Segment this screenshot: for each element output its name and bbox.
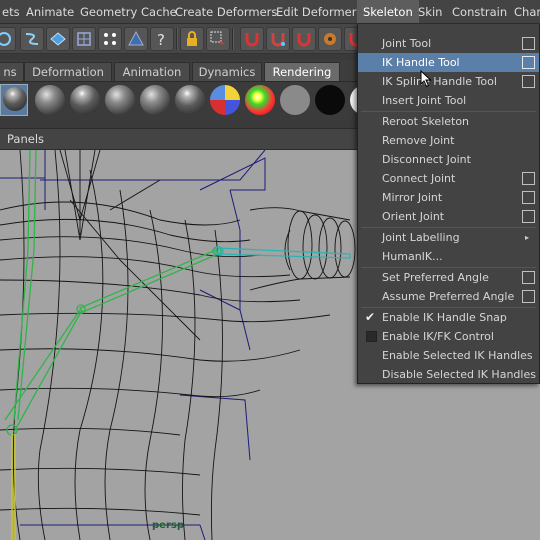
menu-item-mirror-joint[interactable]: Mirror Joint (358, 188, 539, 207)
snap-icon[interactable] (0, 27, 16, 51)
selection-frame (0, 150, 266, 540)
menu-item-enable-selected-ik-handles[interactable]: Enable Selected IK Handles (358, 346, 539, 365)
checkmark-icon: ✔ (365, 310, 376, 324)
menu-item-label: Disconnect Joint (382, 153, 471, 166)
option-box-icon[interactable] (522, 56, 535, 69)
menu-item-joint-labelling[interactable]: Joint Labelling ▸ (358, 228, 539, 247)
tab-polygons[interactable]: ns (0, 62, 24, 81)
surface-shader-icon[interactable] (280, 85, 310, 115)
shelf-selected-item[interactable] (0, 84, 28, 116)
menu-item-label: Remove Joint (382, 134, 455, 147)
menu-item-disable-selected-ik-handles[interactable]: Disable Selected IK Handles (358, 365, 539, 384)
menu-item-reroot-skeleton[interactable]: Reroot Skeleton (358, 112, 539, 131)
option-box-icon[interactable] (522, 37, 535, 50)
menu-animate[interactable]: Animate (20, 0, 80, 23)
menu-edit-deformers[interactable]: Edit Deformers (270, 0, 368, 23)
menu-item-label: Orient Joint (382, 210, 445, 223)
mesh-icon[interactable] (124, 27, 148, 51)
curve-snap-icon[interactable] (20, 27, 44, 51)
joint-chain-arm (4, 150, 222, 436)
use-background-icon[interactable] (315, 85, 345, 115)
ramp-shader-icon[interactable] (245, 85, 275, 115)
menu-constrain[interactable]: Constrain (446, 0, 513, 23)
render-icon[interactable] (318, 27, 342, 51)
option-box-icon[interactable] (522, 271, 535, 284)
menu-character[interactable]: Chara (508, 0, 540, 23)
viewport-camera-label: persp (152, 520, 184, 531)
option-box-icon[interactable] (522, 210, 535, 223)
menu-item-label: Mirror Joint (382, 191, 443, 204)
help-icon[interactable]: ? (150, 27, 174, 51)
submenu-arrow-icon: ▸ (525, 233, 530, 242)
toolbar-separator (232, 28, 234, 50)
vertex-icon[interactable] (98, 27, 122, 51)
select-icon[interactable] (206, 27, 230, 51)
tab-rendering[interactable]: Rendering (264, 62, 340, 81)
tab-animation[interactable]: Animation (114, 62, 190, 81)
menu-item-set-preferred-angle[interactable]: Set Preferred Angle (358, 268, 539, 287)
menu-item-label: IK Handle Tool (382, 56, 460, 69)
phong-e-icon[interactable] (140, 85, 170, 115)
magnet-point-icon[interactable] (292, 27, 316, 51)
menu-item-disconnect-joint[interactable]: Disconnect Joint (358, 150, 539, 169)
mouse-cursor-icon (420, 70, 432, 88)
skeleton-dropdown-menu: Joint Tool IK Handle Tool IK Spline Hand… (357, 24, 540, 384)
blinn-icon[interactable] (70, 85, 100, 115)
option-box-icon[interactable] (522, 290, 535, 303)
magnet-curve-icon[interactable] (266, 27, 290, 51)
menu-item-connect-joint[interactable]: Connect Joint (358, 169, 539, 188)
option-box-icon[interactable] (522, 172, 535, 185)
menu-item-label: Enable Selected IK Handles (382, 349, 533, 362)
magnet-icon[interactable] (240, 27, 264, 51)
menu-item-label: Joint Tool (382, 37, 432, 50)
main-menubar: ets Animate Geometry Cache Create Deform… (0, 0, 540, 24)
menu-item-ik-handle-tool[interactable]: IK Handle Tool (358, 53, 539, 72)
menu-item-ik-spline-handle-tool[interactable]: IK Spline Handle Tool (358, 72, 539, 91)
menu-item-enable-ik-handle-snap[interactable]: ✔ Enable IK Handle Snap (358, 308, 539, 327)
menu-item-label: Enable IK/FK Control (382, 330, 494, 343)
mesh-edges (0, 150, 356, 540)
menu-create-deformers[interactable]: Create Deformers (169, 0, 283, 23)
menu-item-label: Reroot Skeleton (382, 115, 470, 128)
surface-icon[interactable] (72, 27, 96, 51)
menu-item-remove-joint[interactable]: Remove Joint (358, 131, 539, 150)
layered-shader-icon[interactable] (210, 85, 240, 115)
checkbox-icon (366, 331, 377, 342)
menu-item-enable-ikfk-control[interactable]: Enable IK/FK Control (358, 327, 539, 346)
menu-skin[interactable]: Skin (412, 0, 448, 23)
tab-dynamics[interactable]: Dynamics (192, 62, 262, 81)
grid-snap-icon[interactable] (46, 27, 70, 51)
menu-item-label: HumanIK... (382, 250, 443, 263)
menu-item-label: Connect Joint (382, 172, 456, 185)
option-box-icon[interactable] (522, 75, 535, 88)
toolbar-separator (176, 28, 178, 50)
menu-item-joint-tool[interactable]: Joint Tool (358, 34, 539, 53)
menu-item-insert-joint-tool[interactable]: Insert Joint Tool (358, 91, 539, 110)
anisotropic-icon[interactable] (175, 85, 205, 115)
menu-item-humanik[interactable]: HumanIK... (358, 247, 539, 266)
lambert-icon[interactable] (35, 85, 65, 115)
option-box-icon[interactable] (522, 191, 535, 204)
svg-text:?: ? (157, 31, 165, 49)
menu-item-label: Set Preferred Angle (382, 271, 489, 284)
menu-item-label: Assume Preferred Angle (382, 290, 515, 303)
menu-item-label: Enable IK Handle Snap (382, 311, 507, 324)
tab-deformation[interactable]: Deformation (24, 62, 112, 81)
panels-menu[interactable]: Panels (7, 129, 44, 150)
menu-item-assume-preferred-angle[interactable]: Assume Preferred Angle (358, 287, 539, 306)
menu-geometry-cache[interactable]: Geometry Cache (74, 0, 183, 23)
menu-item-label: Insert Joint Tool (382, 94, 467, 107)
lock-icon[interactable] (180, 27, 204, 51)
phong-icon[interactable] (105, 85, 135, 115)
menu-skeleton[interactable]: Skeleton (357, 0, 419, 23)
menu-item-label: Joint Labelling (382, 231, 460, 244)
menu-item-label: IK Spline Handle Tool (382, 75, 497, 88)
material-sphere-icon (3, 87, 27, 111)
menu-item-orient-joint[interactable]: Orient Joint (358, 207, 539, 226)
menu-item-label: Disable Selected IK Handles (382, 368, 536, 381)
